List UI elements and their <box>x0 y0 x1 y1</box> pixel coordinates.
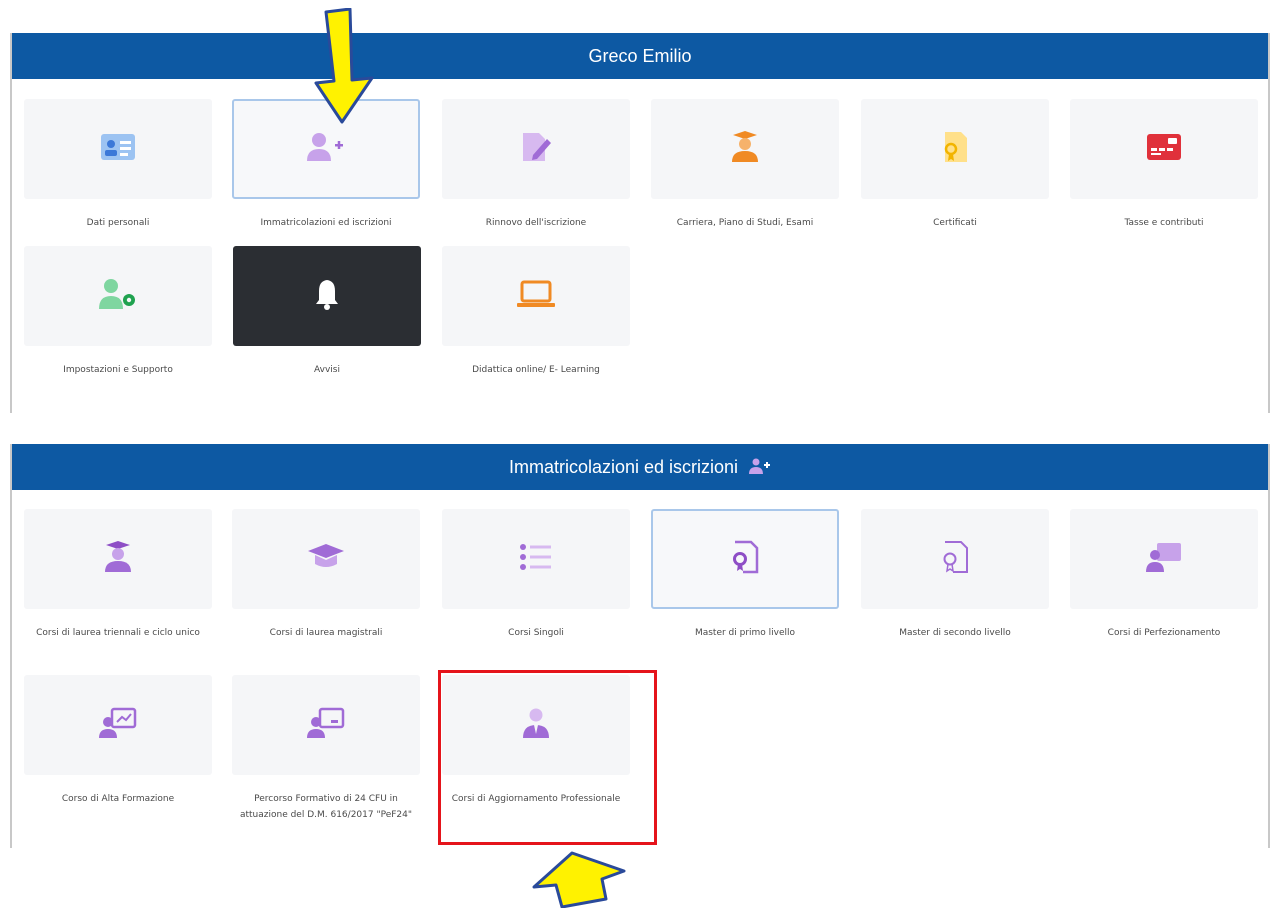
id-card-icon <box>100 133 136 165</box>
tile-label: Corso di Alta Formazione <box>61 794 175 804</box>
graduation-cap-icon <box>307 542 345 576</box>
tile-label: Dati personali <box>86 218 150 228</box>
tile-label: Didattica online/ E- Learning <box>472 365 600 375</box>
bell-icon <box>314 278 340 314</box>
divider <box>1268 33 1270 413</box>
tile-didattica-online[interactable]: Didattica online/ E- Learning <box>442 246 630 378</box>
tile-label: Master di secondo livello <box>899 628 1011 638</box>
tile-label: Impostazioni e Supporto <box>63 365 173 375</box>
tile-label: Rinnovo dell'iscrizione <box>485 218 587 228</box>
tile-master-primo-livello[interactable]: Master di primo livello <box>651 509 839 641</box>
highlight-box <box>438 670 657 845</box>
tile-percorso-24-cfu[interactable]: Percorso Formativo di 24 CFU in attuazio… <box>232 675 420 823</box>
tile-corsi-triennali[interactable]: Corsi di laurea triennali e ciclo unico <box>24 509 212 641</box>
tile-label: Corsi di Perfezionamento <box>1107 628 1221 638</box>
graduate-icon <box>101 541 135 577</box>
tile-avvisi[interactable]: Avvisi <box>233 246 421 378</box>
panel-title: Immatricolazioni ed iscrizioni <box>508 457 739 477</box>
laptop-icon <box>516 279 556 313</box>
arrow-down-icon <box>314 8 374 124</box>
tile-rinnovo[interactable]: Rinnovo dell'iscrizione <box>442 99 630 231</box>
tile-label: Carriera, Piano di Studi, Esami <box>676 218 814 228</box>
tile-label: Percorso Formativo di 24 CFU in attuazio… <box>239 794 413 820</box>
user-plus-icon <box>306 132 346 166</box>
tile-alta-formazione[interactable]: Corso di Alta Formazione <box>24 675 212 807</box>
panel-header: Greco Emilio <box>12 33 1268 79</box>
document-edit-icon <box>519 131 553 167</box>
tile-corsi-perfezionamento[interactable]: Corsi di Perfezionamento <box>1070 509 1258 641</box>
tile-carriera[interactable]: Carriera, Piano di Studi, Esami <box>651 99 839 231</box>
tile-master-secondo-livello[interactable]: Master di secondo livello <box>861 509 1049 641</box>
tile-label: Avvisi <box>314 365 340 375</box>
tile-label: Corsi Singoli <box>508 628 564 638</box>
certificate-icon <box>939 130 971 168</box>
credit-card-icon <box>1146 133 1182 165</box>
tile-label: Corsi di laurea triennali e ciclo unico <box>36 628 200 638</box>
panel-header: Immatricolazioni ed iscrizioni <box>12 444 1268 490</box>
user-gear-icon <box>98 278 138 314</box>
tile-label: Certificati <box>933 218 977 228</box>
teacher-board-icon <box>307 707 345 743</box>
tile-label: Corsi di laurea magistrali <box>269 628 383 638</box>
certificate-outline-icon <box>939 540 971 578</box>
tile-impostazioni[interactable]: Impostazioni e Supporto <box>24 246 212 378</box>
tile-dati-personali[interactable]: Dati personali <box>24 99 212 231</box>
graduate-icon <box>728 131 762 167</box>
presentation-chart-icon <box>99 707 137 743</box>
user-plus-icon <box>749 445 771 491</box>
tile-certificati[interactable]: Certificati <box>861 99 1049 231</box>
presenter-icon <box>1145 541 1183 577</box>
certificate-icon <box>729 540 761 578</box>
tile-label: Tasse e contributi <box>1124 218 1204 228</box>
divider <box>10 444 12 848</box>
list-icon <box>519 543 553 575</box>
tile-label: Immatricolazioni ed iscrizioni <box>260 218 392 228</box>
student-name: Greco Emilio <box>588 46 692 66</box>
tile-corsi-magistrali[interactable]: Corsi di laurea magistrali <box>232 509 420 641</box>
tile-corsi-singoli[interactable]: Corsi Singoli <box>442 509 630 641</box>
tile-label: Master di primo livello <box>694 628 796 638</box>
tile-tasse[interactable]: Tasse e contributi <box>1070 99 1258 231</box>
divider <box>1268 444 1270 848</box>
arrow-up-icon <box>532 851 626 908</box>
divider <box>10 33 12 413</box>
